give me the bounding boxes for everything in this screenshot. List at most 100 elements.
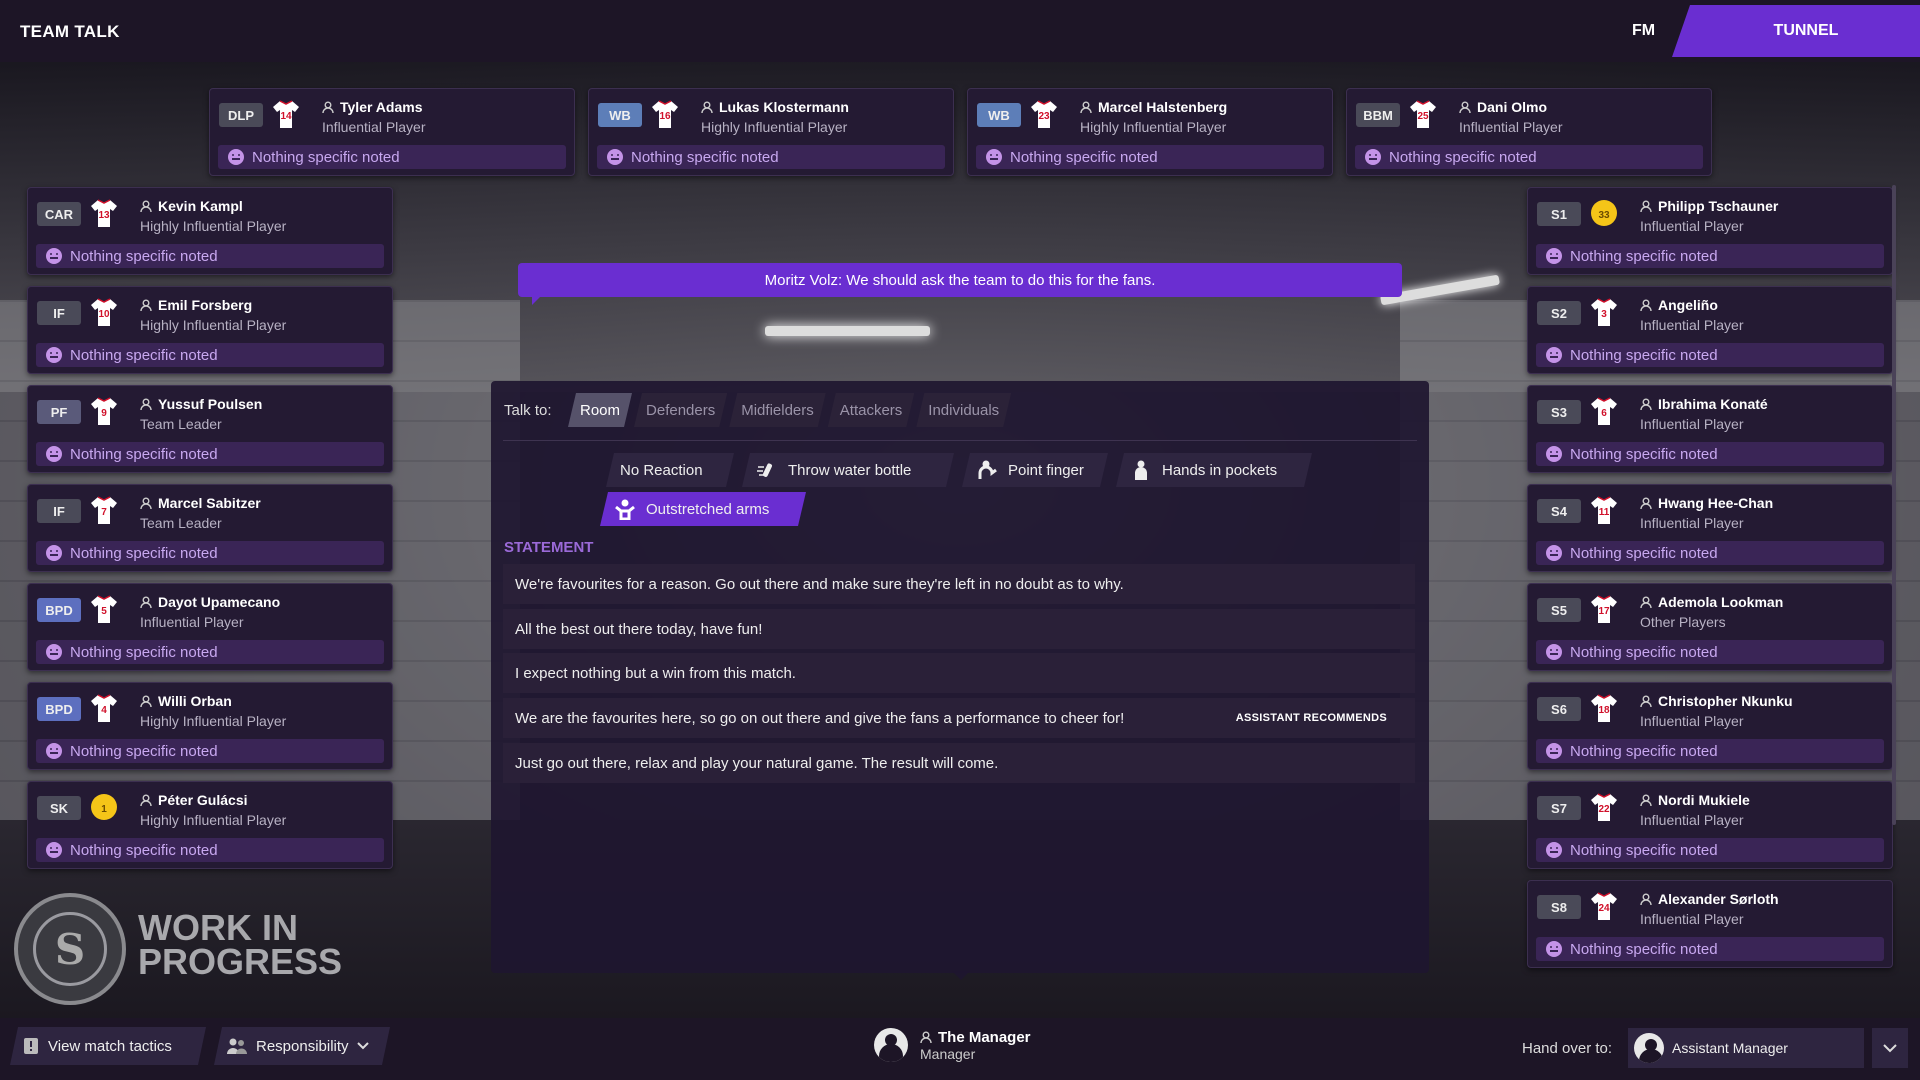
gesture-no-reaction[interactable]: No Reaction	[606, 453, 734, 487]
svg-text:16: 16	[659, 111, 671, 122]
player-mood: Nothing specific noted	[36, 838, 384, 862]
player-card-ibrahima-konate[interactable]: S3 6 Ibrahima Konaté Influential Player Noth…	[1527, 385, 1893, 473]
player-name: Péter Gulácsi	[158, 792, 248, 808]
player-card-marcel-halstenberg[interactable]: WB 23 Marcel Halstenberg Highly Influential…	[967, 88, 1333, 176]
watermark-line: WORK IN	[138, 907, 298, 948]
assistant-manager-select[interactable]: Assistant Manager	[1628, 1028, 1864, 1068]
player-mood: Nothing specific noted	[597, 145, 945, 169]
mood-text: Nothing specific noted	[1570, 445, 1718, 463]
player-card-ademola-lookman[interactable]: S5 17 Ademola Lookman Other Players Nothing …	[1527, 583, 1893, 671]
mood-text: Nothing specific noted	[1570, 742, 1718, 760]
mood-face-icon	[1546, 545, 1562, 561]
shirt-icon: 13	[91, 199, 117, 227]
view-match-tactics-button[interactable]: View match tactics	[10, 1027, 206, 1065]
statement-option[interactable]: We are the favourites here, so go on out…	[503, 698, 1415, 738]
statement-option[interactable]: Just go out there, relax and play your n…	[503, 743, 1415, 783]
player-card-philipp-tschauner[interactable]: S1 33 Philipp Tschauner Influential Player N…	[1527, 187, 1893, 275]
right-list-scrollbar[interactable]	[1892, 185, 1896, 825]
assistant-recommends-badge: ASSISTANT RECOMMENDS	[1235, 712, 1387, 724]
player-name-row: Marcel Sabitzer	[140, 495, 261, 511]
position-badge: DLP	[219, 103, 263, 127]
statement-option[interactable]: We're favourites for a reason. Go out th…	[503, 564, 1415, 604]
shirt-icon: 9	[91, 397, 117, 425]
talk-to-tabs: Room Defenders Midfielders Attackers Ind…	[568, 393, 1011, 427]
player-name: Marcel Halstenberg	[1098, 99, 1228, 115]
statement-option[interactable]: I expect nothing but a win from this mat…	[503, 653, 1415, 693]
assistant-dropdown-toggle[interactable]	[1872, 1028, 1908, 1068]
player-mood: Nothing specific noted	[1536, 640, 1884, 664]
tab-defenders[interactable]: Defenders	[634, 393, 727, 427]
player-card-yussuf-poulsen[interactable]: PF 9 Yussuf Poulsen Team Leader Nothing spec…	[27, 385, 393, 473]
svg-text:11: 11	[1599, 507, 1610, 518]
player-card-dayot-upamecano[interactable]: BPD 5 Dayot Upamecano Influential Player Not…	[27, 583, 393, 671]
gesture-hands-in-pockets[interactable]: Hands in pockets	[1116, 453, 1312, 487]
player-role: Highly Influential Player	[140, 317, 287, 333]
person-icon	[140, 497, 152, 509]
position-badge: S5	[1537, 598, 1581, 622]
statement-text: Just go out there, relax and play your n…	[515, 754, 999, 772]
point-finger-icon	[976, 459, 998, 481]
person-icon	[1640, 497, 1652, 509]
gesture-point-finger[interactable]: Point finger	[962, 453, 1108, 487]
player-card-hwang-hee-chan[interactable]: S4 11 Hwang Hee-Chan Influential Player Noth…	[1527, 484, 1893, 572]
tab-room[interactable]: Room	[568, 393, 632, 427]
mood-face-icon	[986, 149, 1002, 165]
player-card-tyler-adams[interactable]: DLP 14 Tyler Adams Influential Player Nothin…	[209, 88, 575, 176]
shirt-icon: 24	[1591, 892, 1617, 920]
player-name-row: Christopher Nkunku	[1640, 693, 1793, 709]
player-mood: Nothing specific noted	[36, 739, 384, 763]
player-role: Team Leader	[140, 416, 222, 432]
player-card-peter-gulacsi[interactable]: SK 1 Péter Gulácsi Highly Influential Playe…	[27, 781, 393, 869]
player-card-kevin-kampl[interactable]: CAR 13 Kevin Kampl Highly Influential Playe…	[27, 187, 393, 275]
talk-panel: Talk to: Room Defenders Midfielders Atta…	[491, 381, 1429, 980]
player-card-alexander-s-rloth[interactable]: S8 24 Alexander Sørloth Influential Player N…	[1527, 880, 1893, 968]
svg-text:6: 6	[1601, 408, 1607, 419]
player-name-row: Angeliño	[1640, 297, 1718, 313]
view-match-tactics-label: View match tactics	[48, 1037, 172, 1055]
player-mood: Nothing specific noted	[1536, 343, 1884, 367]
svg-text:25: 25	[1417, 111, 1429, 122]
player-name-row: Tyler Adams	[322, 99, 422, 115]
responsibility-dropdown[interactable]: Responsibility	[214, 1027, 390, 1065]
person-icon	[1459, 101, 1471, 113]
player-card-angelino[interactable]: S2 3 Angeliño Influential Player Nothing spe…	[1527, 286, 1893, 374]
person-icon	[140, 200, 152, 212]
tab-attackers[interactable]: Attackers	[828, 393, 915, 427]
player-card-dani-olmo[interactable]: BBM 25 Dani Olmo Influential Player Nothing …	[1346, 88, 1712, 176]
gesture-outstretched-arms[interactable]: Outstretched arms	[600, 492, 806, 526]
player-role: Team Leader	[140, 515, 222, 531]
tunnel-button[interactable]: TUNNEL	[1672, 5, 1920, 57]
position-badge: IF	[37, 499, 81, 523]
position-badge: BPD	[37, 697, 81, 721]
gesture-throw-water-bottle[interactable]: Throw water bottle	[742, 453, 954, 487]
statement-option[interactable]: All the best out there today, have fun!	[503, 609, 1415, 649]
player-card-christopher-nkunku[interactable]: S6 18 Christopher Nkunku Influential Player…	[1527, 682, 1893, 770]
player-card-lukas-klostermann[interactable]: WB 16 Lukas Klostermann Highly Influential …	[588, 88, 954, 176]
manager-avatar	[874, 1028, 908, 1062]
position-badge: WB	[977, 103, 1021, 127]
player-name: Ademola Lookman	[1658, 594, 1784, 610]
player-card-nordi-mukiele[interactable]: S7 22 Nordi Mukiele Influential Player Nothi…	[1527, 781, 1893, 869]
person-icon	[140, 299, 152, 311]
player-role: Influential Player	[1640, 317, 1744, 333]
shirt-icon: 3	[1591, 298, 1617, 326]
tab-individuals[interactable]: Individuals	[916, 393, 1011, 427]
player-name-row: Dayot Upamecano	[140, 594, 280, 610]
mood-text: Nothing specific noted	[1570, 247, 1718, 265]
outstretched-arms-icon	[614, 498, 636, 520]
player-name: Yussuf Poulsen	[158, 396, 263, 412]
tab-midfielders[interactable]: Midfielders	[729, 393, 826, 427]
mood-face-icon	[1546, 248, 1562, 264]
shirt-icon: 17	[1591, 595, 1617, 623]
mood-face-icon	[1546, 644, 1562, 660]
chevron-down-icon	[1883, 1043, 1897, 1052]
gesture-label: Point finger	[1008, 461, 1084, 479]
svg-text:24: 24	[1598, 903, 1610, 914]
statement-text: All the best out there today, have fun!	[515, 620, 763, 638]
player-card-marcel-sabitzer[interactable]: IF 7 Marcel Sabitzer Team Leader Nothing spe…	[27, 484, 393, 572]
player-card-willi-orban[interactable]: BPD 4 Willi Orban Highly Influential Player…	[27, 682, 393, 770]
shirt-icon: 6	[1591, 397, 1617, 425]
mood-face-icon	[1546, 347, 1562, 363]
player-card-emil-forsberg[interactable]: IF 10 Emil Forsberg Highly Influential Play…	[27, 286, 393, 374]
player-role: Influential Player	[1640, 911, 1744, 927]
